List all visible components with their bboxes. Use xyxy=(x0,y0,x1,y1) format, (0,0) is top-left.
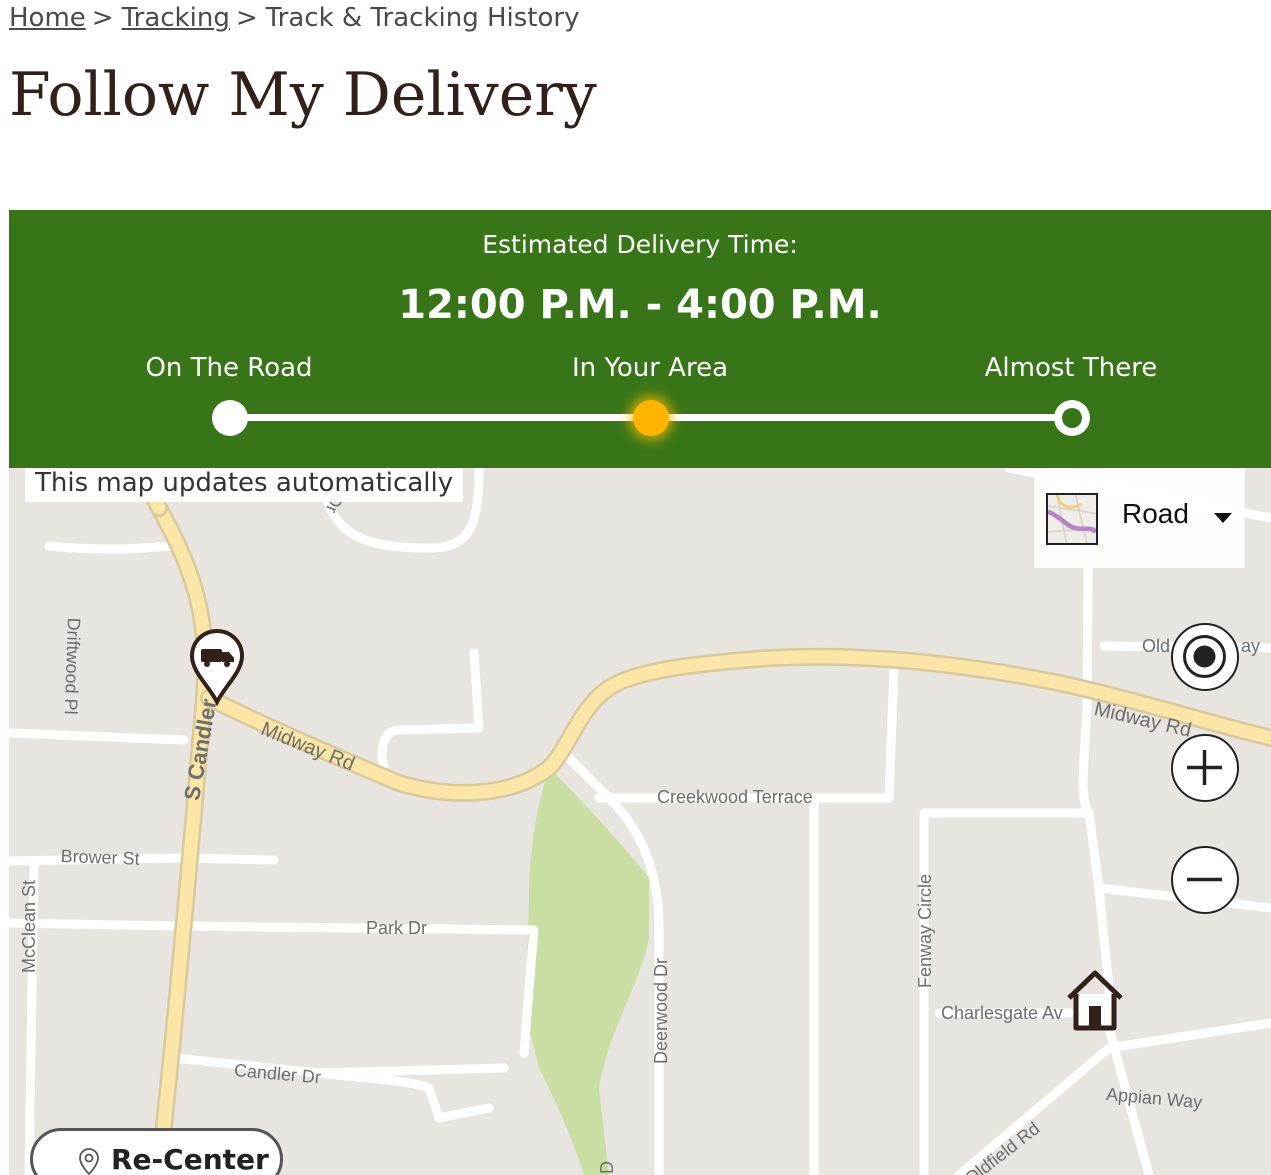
home-icon xyxy=(1067,970,1123,1031)
stage-label-in-your-area: In Your Area xyxy=(571,353,729,383)
stage-marker-almost-there xyxy=(1054,400,1090,436)
map-type-label: Road xyxy=(1122,498,1189,529)
street-label: McClean St xyxy=(19,879,39,973)
delivery-map[interactable]: S Candler Midway Rd Midway Rd Driftwood … xyxy=(9,468,1271,1175)
re-center-label: Re-Center xyxy=(111,1143,269,1175)
eta-window: 12:00 P.M. - 4:00 P.M. xyxy=(398,282,882,328)
page-title: Follow My Delivery xyxy=(9,60,597,130)
map-roads xyxy=(9,468,1271,1175)
zoom-in-button[interactable] xyxy=(1171,734,1239,802)
truck-location-marker[interactable] xyxy=(189,628,245,708)
stage-label-on-the-road: On The Road xyxy=(145,353,313,383)
street-label: ay xyxy=(1241,636,1261,656)
street-label: Deerwood Dr xyxy=(651,957,671,1064)
breadcrumb-home-link[interactable]: Home xyxy=(9,3,86,33)
street-label: Creekwood Terrace xyxy=(657,787,813,807)
map-pin-icon xyxy=(79,1148,99,1175)
map-auto-update-notice: This map updates automatically xyxy=(25,468,464,502)
plus-icon xyxy=(1187,750,1222,785)
minus-icon xyxy=(1187,877,1222,882)
zoom-out-button[interactable] xyxy=(1171,846,1239,914)
eta-label: Estimated Delivery Time: xyxy=(482,230,798,259)
breadcrumb-separator: > xyxy=(235,3,258,33)
locate-me-button[interactable] xyxy=(1171,623,1239,691)
stage-marker-on-the-road xyxy=(212,400,248,436)
street-label: Brower St xyxy=(60,846,140,869)
street-label: Fenway Circle xyxy=(915,873,935,988)
breadcrumb-tracking-link[interactable]: Tracking xyxy=(122,3,230,33)
street-label: D xyxy=(597,1161,617,1174)
delivery-status-panel: Estimated Delivery Time: 12:00 P.M. - 4:… xyxy=(9,210,1271,468)
re-center-button[interactable]: Re-Center xyxy=(30,1128,283,1175)
breadcrumb-separator: > xyxy=(91,3,114,33)
chevron-down-icon xyxy=(1214,513,1232,523)
breadcrumb-current: Track & Tracking History xyxy=(265,3,580,33)
stage-label-almost-there: Almost There xyxy=(984,353,1158,383)
stage-marker-in-your-area xyxy=(633,400,669,436)
street-label: Charlesgate Av xyxy=(941,1003,1063,1023)
road-map-thumbnail-icon xyxy=(1046,493,1098,545)
breadcrumb: Home > Tracking > Track & Tracking History xyxy=(9,3,579,33)
street-label: Driftwood Pl xyxy=(60,617,84,715)
street-label: Park Dr xyxy=(366,918,428,938)
map-type-selector[interactable]: Road xyxy=(1034,468,1245,568)
street-label: Old xyxy=(1142,636,1171,656)
target-icon xyxy=(1183,635,1226,678)
